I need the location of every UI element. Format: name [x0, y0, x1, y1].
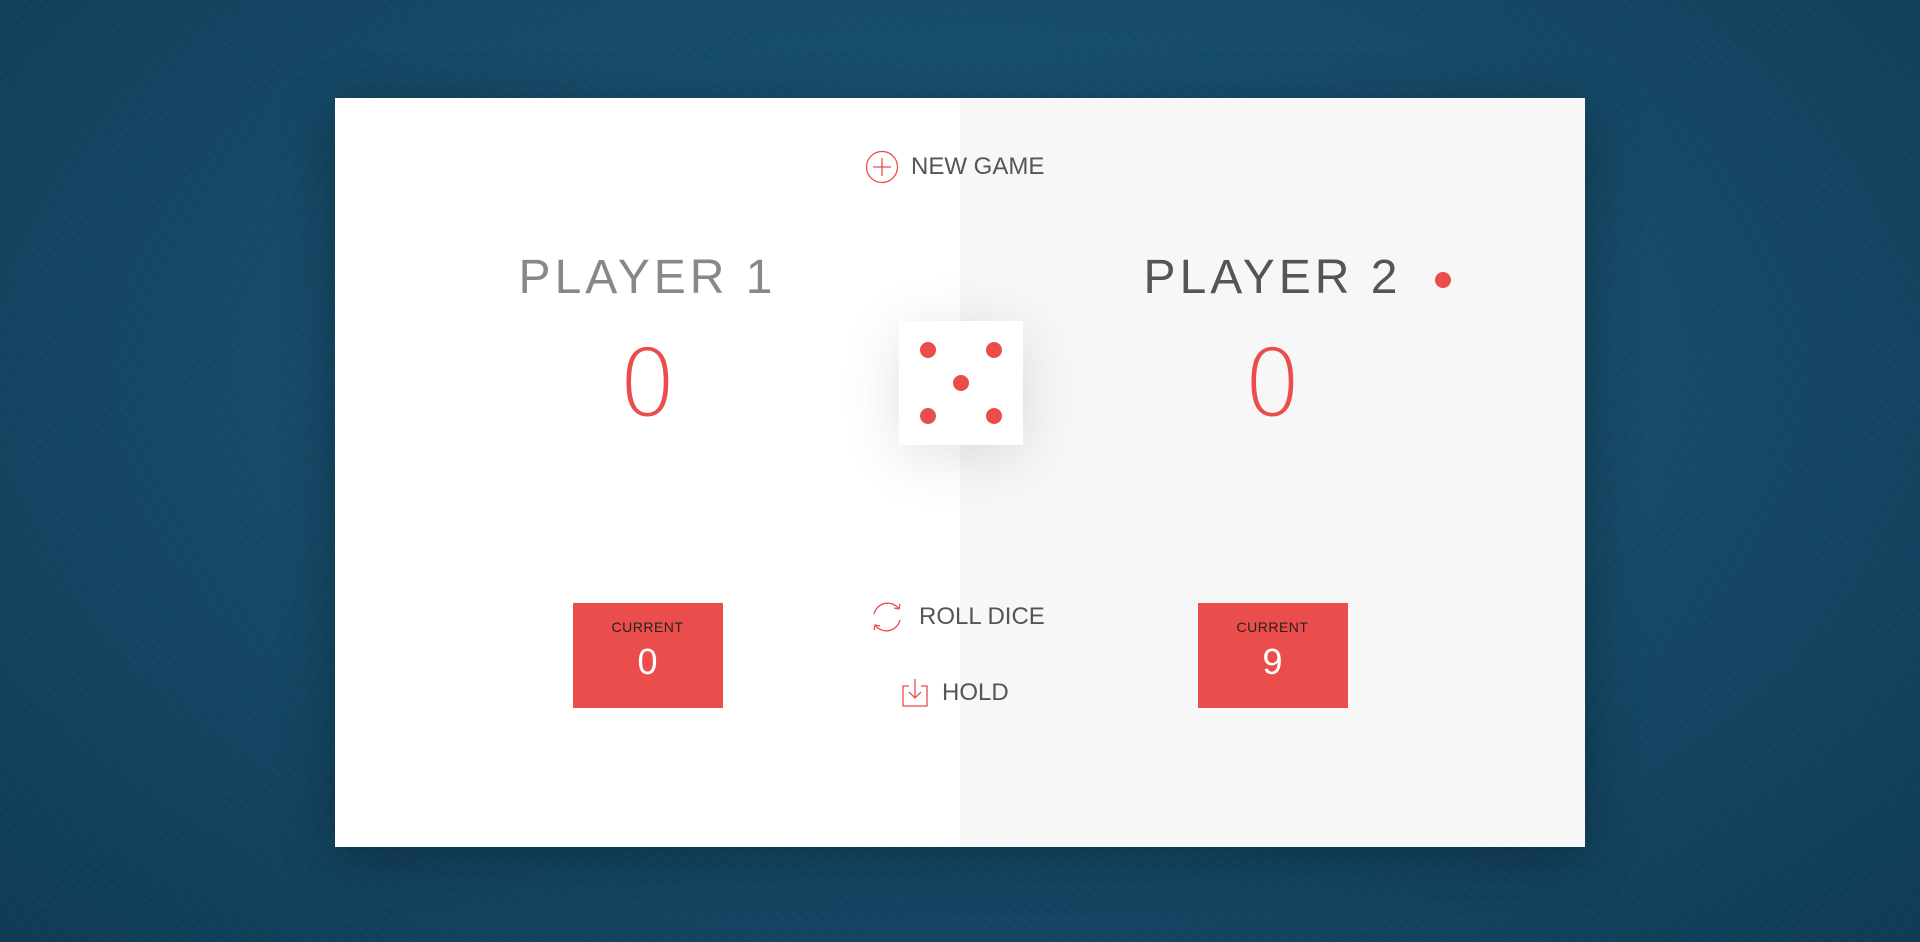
player-2-current-score: 9	[1262, 641, 1283, 682]
player-2-name: Player 2	[960, 250, 1585, 305]
player-1-current-box: Current 0	[572, 603, 723, 708]
active-dot-icon	[1435, 272, 1452, 288]
player-1-current-score: 0	[637, 641, 658, 682]
player-2-score: 0	[1243, 330, 1302, 437]
player-1-current-label: Current	[611, 619, 684, 635]
roll-dice-label: Roll dice	[919, 603, 1045, 630]
dice-pip	[986, 408, 1002, 424]
game-board: Player 1 0 Current 0 Player 2 0 Current …	[335, 98, 1585, 847]
refresh-icon	[867, 597, 907, 637]
player-2-current-label: Current	[1236, 619, 1309, 635]
dice-pip	[986, 342, 1002, 358]
player-2-name-text: Player 2	[1143, 251, 1402, 304]
roll-dice-button[interactable]: Roll dice	[867, 597, 1045, 637]
player-1-name-text: Player 1	[518, 251, 777, 304]
circle-plus-icon	[865, 150, 899, 184]
new-game-button[interactable]: New game	[865, 150, 1044, 184]
player-1-panel: Player 1 0 Current 0	[335, 98, 960, 847]
hold-button[interactable]: Hold	[900, 677, 1009, 709]
player-1-score: 0	[618, 330, 677, 437]
dice-pip	[920, 408, 936, 424]
dice-pip	[920, 342, 936, 358]
player-2-panel: Player 2 0 Current 9	[960, 98, 1585, 847]
download-icon	[900, 677, 930, 709]
player-2-current-box: Current 9	[1197, 603, 1348, 708]
player-1-name: Player 1	[335, 250, 960, 305]
dice	[899, 321, 1023, 445]
dice-pip	[953, 375, 969, 391]
new-game-label: New game	[911, 153, 1045, 180]
hold-label: Hold	[942, 679, 1009, 706]
